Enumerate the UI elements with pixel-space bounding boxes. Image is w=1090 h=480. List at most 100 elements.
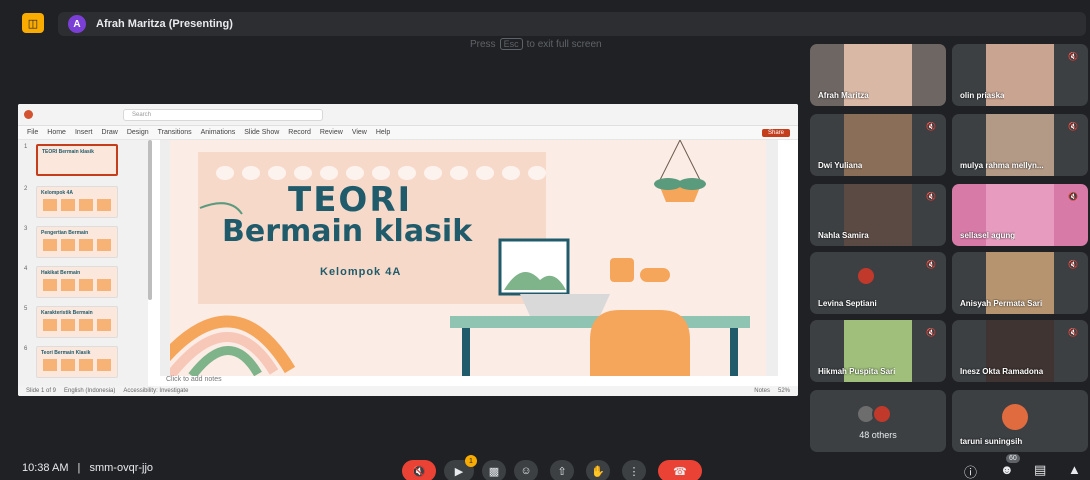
thumbnail-scrollbar[interactable] [148,140,152,300]
slide-thumbnail[interactable]: Karakteristik Bermain [36,306,118,338]
menu-home[interactable]: Home [47,129,66,136]
people-button[interactable]: ☻ [1000,462,1014,477]
participant-tile[interactable]: 🔇 Anisyah Permata Sari [952,252,1088,314]
mic-off-icon: 🔇 [1068,52,1078,61]
thumbnail-row[interactable]: 1 TEORI Bermain klasik [24,144,142,176]
present-button[interactable]: ⇧ [550,460,574,480]
mic-off-icon: 🔇 [926,122,936,131]
participant-tile[interactable]: taruni suningsih [952,390,1088,452]
thumbnail-number: 4 [24,266,28,272]
others-tile[interactable]: 48 others [810,390,946,452]
language-indicator[interactable]: English (Indonesia) [64,388,115,394]
slide-counter: Slide 1 of 9 [26,388,57,394]
slide-illustration [170,140,750,376]
participant-name: olin priaska [960,91,1005,100]
slide-thumbnail[interactable]: Hakikat Bermain [36,266,118,298]
participant-tile[interactable]: 🔇 sellasel agung [952,184,1088,246]
participant-tile[interactable]: 🔇 olin priaska [952,44,1088,106]
menu-animations[interactable]: Animations [201,129,236,136]
captions-icon: ▩ [488,465,500,478]
chat-icon: ▤ [1034,462,1047,477]
thumbnail-number: 1 [24,144,28,150]
menu-record[interactable]: Record [288,129,311,136]
notes-area[interactable]: Click to add notes [160,376,778,386]
ribbon-menu: File Home Insert Draw Design Transitions… [18,126,798,140]
more-options-button[interactable]: ⋮ [622,460,646,480]
powerpoint-titlebar: Search [18,104,798,126]
meeting-details-button[interactable]: ⓘ [964,462,977,480]
control-bar: 10:38 AM | smm-ovqr-jjo 🔇 ▶ 1 ▩ ☺ ⇧ ✋ ⋮ … [0,448,1090,480]
slide-thumbnail[interactable]: Kelompok 4A [36,186,118,218]
menu-help[interactable]: Help [376,129,390,136]
mic-toggle-button[interactable]: 🔇 [402,460,436,480]
thumbnail-row[interactable]: 2 Kelompok 4A [24,186,142,218]
thumbnail-row[interactable]: 4 Hakikat Bermain [24,266,142,298]
slide-canvas: TEORI Bermain klasik Kelompok 4A [160,140,778,376]
slide-thumbnail[interactable]: TEORI Bermain klasik [36,144,118,176]
thumbnail-title: Hakikat Bermain [41,270,81,276]
share-button[interactable]: Share [761,128,790,137]
thumbnail-art [43,279,111,291]
captions-button[interactable]: ▩ [482,460,506,480]
thumbnail-title: Karakteristik Bermain [41,310,93,316]
thumbnail-art [43,319,111,331]
accessibility-checker[interactable]: Accessibility: Investigate [123,388,188,394]
participant-tile[interactable]: 🔇 Dwi Yuliana [810,114,946,176]
leave-call-button[interactable]: ☎ [658,460,702,480]
menu-file[interactable]: File [27,129,38,136]
present-icon: ⇧ [557,465,567,478]
activities-button[interactable]: ▲ [1068,462,1081,477]
raise-hand-button[interactable]: ✋ [586,460,610,480]
others-count: 48 others [859,430,897,440]
camera-toggle-button[interactable]: ▶ 1 [444,455,477,480]
participant-name: Dwi Yuliana [818,161,863,170]
menu-insert[interactable]: Insert [75,129,93,136]
fullscreen-hint: Press Esc to exit full screen [470,38,602,50]
participant-name: Inesz Okta Ramadona [960,367,1044,376]
zoom-level[interactable]: 52% [778,388,790,394]
slide-thumbnail[interactable]: Teori Bermain Klasik [36,346,118,378]
menu-review[interactable]: Review [320,129,343,136]
thumbnail-row[interactable]: 3 Pengertian Bermain [24,226,142,258]
participant-tile[interactable]: 🔇 mulya rahma mellyn... [952,114,1088,176]
avatar: A [68,15,86,33]
notes-button[interactable]: Notes [754,388,770,394]
thumbnail-row[interactable]: 6 Teori Bermain Klasik [24,346,142,378]
participant-name: taruni suningsih [960,437,1023,446]
presenting-banner: A Afrah Maritza (Presenting) [58,12,1086,36]
hand-icon: ✋ [591,465,605,478]
menu-view[interactable]: View [352,129,367,136]
chat-button[interactable]: ▤ [1034,462,1046,478]
slide-thumbnail[interactable]: Pengertian Bermain [36,226,118,258]
participant-tile[interactable]: Afrah Maritza [810,44,946,106]
phone-hangup-icon: ☎ [673,465,687,478]
menu-slide-show[interactable]: Slide Show [244,129,279,136]
thumbnail-row[interactable]: 5 Karakteristik Bermain [24,306,142,338]
mic-off-icon: 🔇 [1068,328,1078,337]
more-icon: ⋮ [628,465,640,478]
participant-tile[interactable]: 🔇 Hikmah Puspita Sari [810,320,946,382]
notification-badge: 1 [465,455,477,467]
avatar [1002,404,1028,430]
participant-name: Afrah Maritza [818,91,869,100]
participant-name: Levina Septiani [818,299,877,308]
participant-tile[interactable]: 🔇 Levina Septiani [810,252,946,314]
menu-transitions[interactable]: Transitions [158,129,192,136]
mic-off-icon: 🔇 [926,328,936,337]
menu-design[interactable]: Design [127,129,149,136]
menu-draw[interactable]: Draw [101,129,117,136]
thumbnail-number: 2 [24,186,28,192]
emoji-icon: ☺ [520,465,532,477]
participant-name: Anisyah Permata Sari [960,299,1043,308]
search-input[interactable]: Search [123,108,323,121]
participant-tile[interactable]: 🔇 Inesz Okta Ramadona [952,320,1088,382]
participant-tile[interactable]: 🔇 Nahla Samira [810,184,946,246]
top-bar: ◫ A Afrah Maritza (Presenting) [0,0,1090,38]
info-icon: ⓘ [964,465,978,480]
mic-off-icon: 🔇 [926,192,936,201]
participant-name: sellasel agung [960,231,1016,240]
thumbnail-title: Kelompok 4A [41,190,73,196]
current-slide[interactable]: TEORI Bermain klasik Kelompok 4A [170,140,766,376]
mic-off-icon: 🔇 [1068,192,1078,201]
reactions-button[interactable]: ☺ [514,460,538,480]
